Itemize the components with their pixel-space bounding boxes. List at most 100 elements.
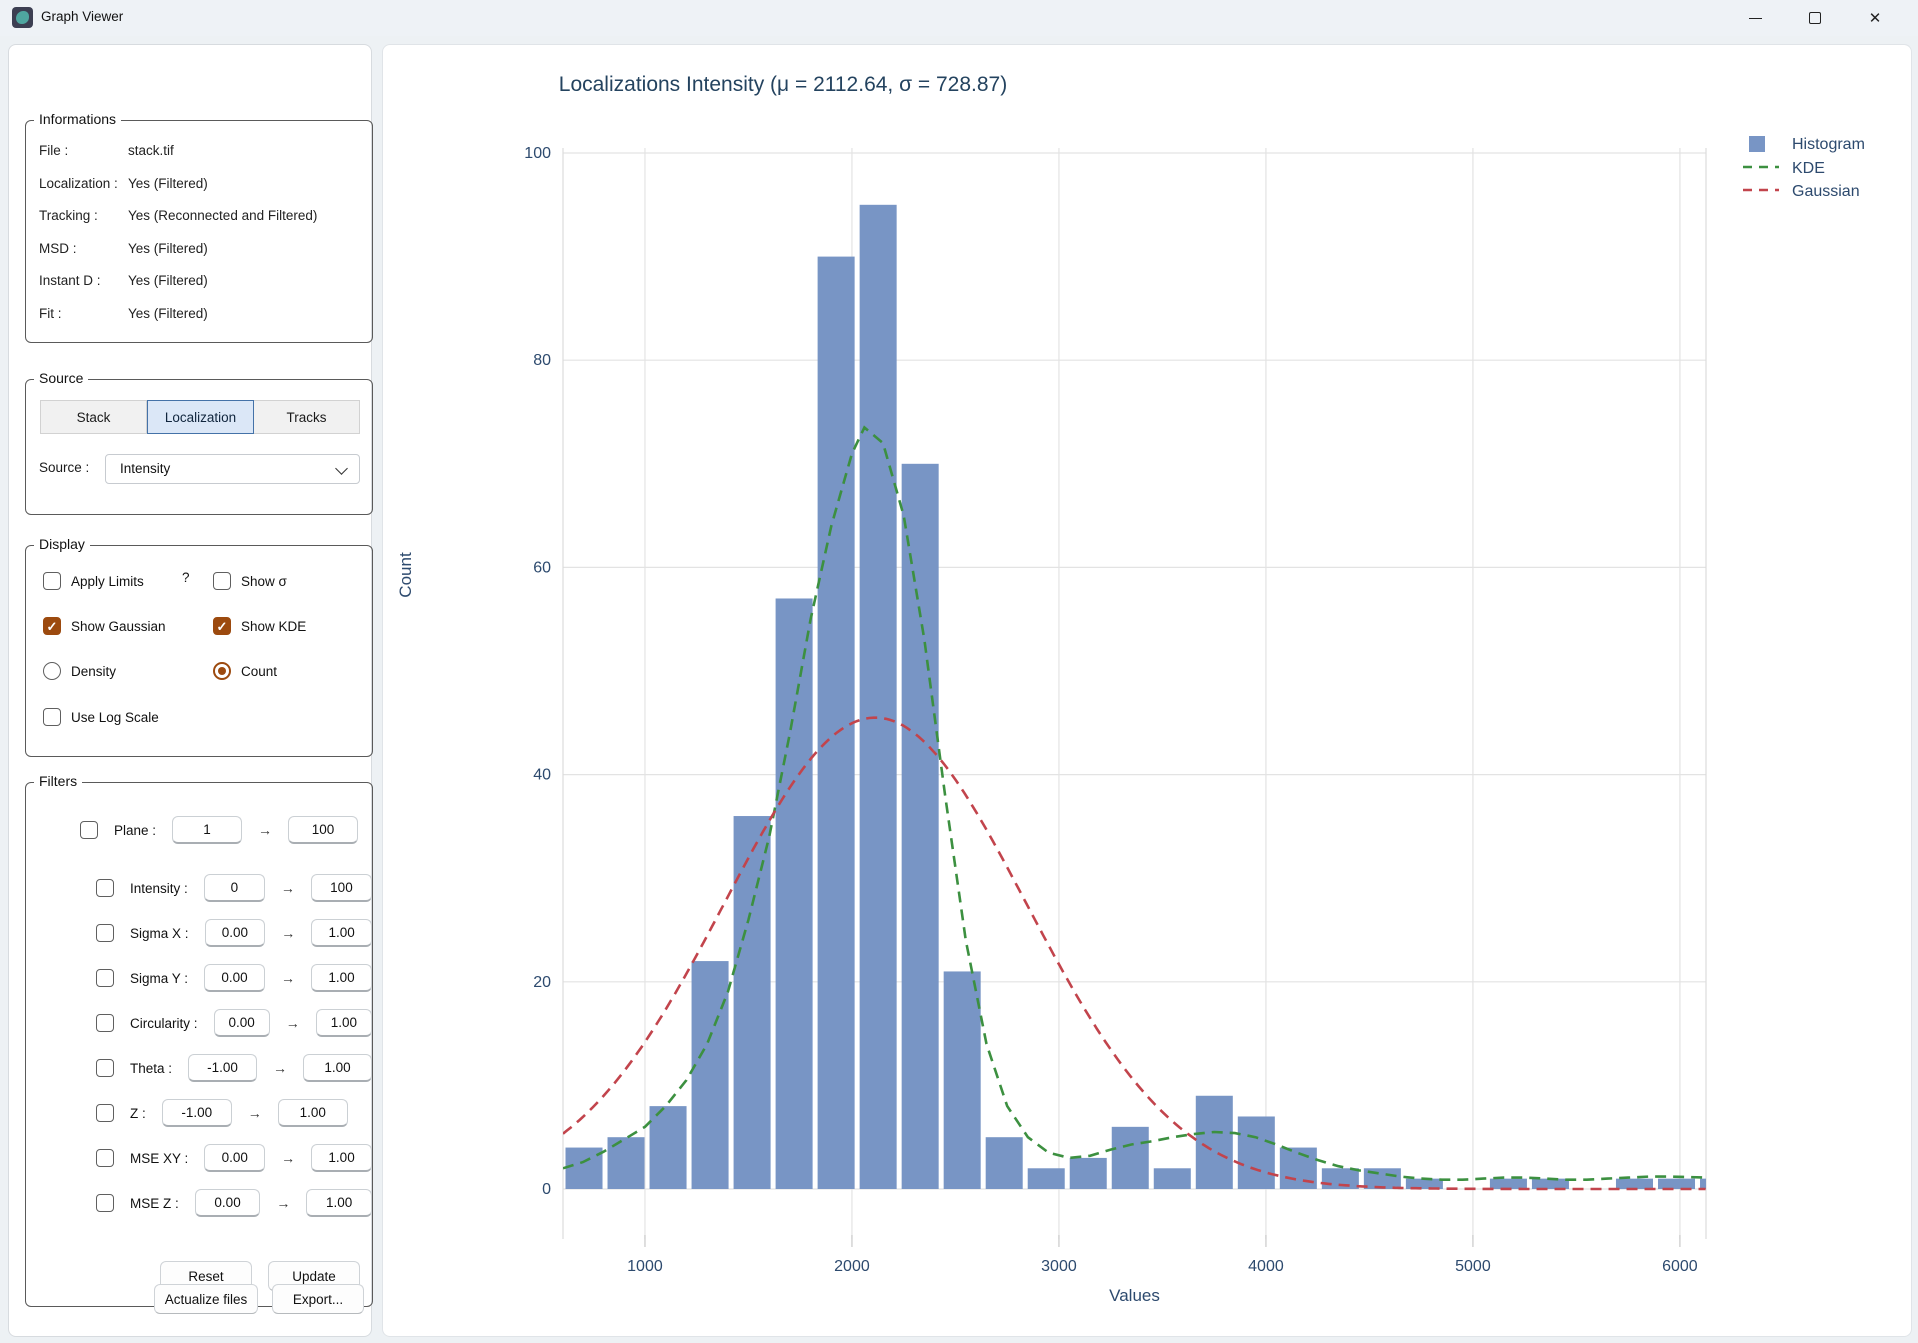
export-button[interactable]: Export... (272, 1284, 364, 1314)
filter-min-input[interactable]: -1.00 (188, 1054, 258, 1082)
density-radio[interactable]: Density (43, 660, 116, 682)
count-radio-circle[interactable] (213, 662, 231, 680)
show-kde-box[interactable] (213, 617, 231, 635)
filter-label: Z : (130, 1105, 146, 1121)
info-row: File : stack.tif (26, 135, 372, 168)
info-label: File : (39, 143, 69, 158)
filter-label: Sigma Y : (130, 970, 189, 986)
show-gaussian-box[interactable] (43, 617, 61, 635)
filter-label: MSE Z : (130, 1195, 179, 1211)
filter-max-input[interactable]: 1.00 (311, 1144, 372, 1172)
filter-row: Z : -1.00 → 1.00 (26, 1098, 372, 1128)
filter-row: Sigma Y : 0.00 → 1.00 (26, 963, 372, 993)
filter-checkbox[interactable] (96, 879, 114, 897)
maximize-icon (1809, 12, 1821, 24)
tab-tracks[interactable]: Tracks (254, 400, 360, 434)
filter-checkbox[interactable] (96, 1059, 114, 1077)
use-log-scale-label: Use Log Scale (71, 709, 159, 725)
info-label: MSD : (39, 240, 77, 256)
filter-min-input[interactable]: 0.00 (194, 1189, 261, 1217)
show-sigma-box[interactable] (213, 572, 231, 590)
legend-histogram-label: Histogram (1792, 136, 1865, 153)
histogram-bar (775, 598, 813, 1189)
histogram-bar (1111, 1126, 1149, 1189)
apply-limits-checkbox[interactable]: Apply Limits (43, 570, 144, 592)
filter-checkbox[interactable] (96, 969, 114, 987)
x-tick-label: 4000 (1248, 1258, 1284, 1275)
source-dropdown-value: Intensity (120, 461, 171, 476)
filter-max-input[interactable]: 1.00 (277, 1099, 348, 1127)
filter-min-input[interactable]: 0.00 (204, 1144, 266, 1172)
filter-max-input[interactable]: 1.00 (311, 919, 372, 947)
filter-max-input[interactable]: 1.00 (311, 964, 372, 992)
filter-max-input[interactable]: 1.00 (306, 1189, 372, 1217)
histogram-bar (985, 1137, 1023, 1189)
histogram-bar (1531, 1178, 1569, 1189)
informations-group-label: Informations (34, 111, 122, 127)
filter-max-input[interactable]: 100 (310, 874, 372, 902)
show-gaussian-checkbox[interactable]: Show Gaussian (43, 615, 166, 637)
density-radio-circle[interactable] (43, 662, 61, 680)
filter-row: Circularity : 0.00 → 1.00 (26, 1008, 372, 1038)
apply-limits-help[interactable]: ? (182, 570, 190, 585)
filter-min-input[interactable]: 0.00 (204, 919, 266, 947)
filter-checkbox[interactable] (96, 1149, 114, 1167)
filter-row: MSE XY : 0.00 → 1.00 (26, 1143, 372, 1173)
filter-max-input[interactable]: 100 (288, 816, 359, 844)
filter-min-input[interactable]: 0.00 (204, 964, 266, 992)
info-row: Fit : Yes (Filtered) (26, 298, 372, 331)
filter-checkbox[interactable] (96, 924, 114, 942)
info-label: Localization : (39, 175, 118, 191)
show-kde-checkbox[interactable]: Show KDE (213, 615, 306, 637)
arrow-right-icon: → (281, 925, 296, 941)
histogram-bar (1489, 1178, 1527, 1189)
title-bar: Graph Viewer ✕ (0, 0, 1918, 36)
show-sigma-checkbox[interactable]: Show σ (213, 570, 287, 592)
close-button[interactable]: ✕ (1847, 0, 1903, 36)
filter-min-input[interactable]: 1 (172, 816, 243, 844)
filter-min-input[interactable]: 0.00 (213, 1009, 270, 1037)
histogram-bar (1657, 1178, 1696, 1189)
chart-area: 1000 2000 3000 4000 5000 6000 0 20 40 60 80 100 Loca… (382, 44, 1912, 1337)
info-row: Tracking : Yes (Reconnected and Filtered) (26, 200, 372, 233)
apply-limits-box[interactable] (43, 572, 61, 590)
filter-min-input[interactable]: -1.00 (161, 1099, 232, 1127)
x-tick-label: 3000 (1041, 1258, 1077, 1275)
minimize-button[interactable] (1727, 0, 1783, 36)
filter-max-input[interactable]: 1.00 (303, 1054, 372, 1082)
x-tick-label: 1000 (627, 1258, 663, 1275)
legend-gaussian-label: Gaussian (1792, 183, 1860, 200)
arrow-right-icon: → (247, 1105, 262, 1121)
filter-checkbox[interactable] (96, 1104, 114, 1122)
use-log-scale-checkbox[interactable]: Use Log Scale (43, 706, 159, 728)
actualize-files-button[interactable]: Actualize files (154, 1284, 258, 1314)
arrow-right-icon: → (281, 970, 296, 986)
filters-group: Filters Plane : 1 → 100 Intensity : 0 → 100 Sigm… (25, 773, 373, 1307)
histogram-bar (691, 961, 729, 1189)
count-radio[interactable]: Count (213, 660, 277, 682)
histogram-bar (1027, 1168, 1065, 1189)
filter-checkbox[interactable] (96, 1194, 114, 1212)
filter-label: Circularity : (130, 1015, 198, 1031)
display-group-label: Display (34, 536, 90, 552)
tab-stack[interactable]: Stack (40, 400, 147, 434)
filter-min-input[interactable]: 0 (203, 874, 265, 902)
use-log-scale-box[interactable] (43, 708, 61, 726)
filter-checkbox[interactable] (96, 1014, 114, 1032)
filter-row: Sigma X : 0.00 → 1.00 (26, 918, 372, 948)
y-tick-label: 0 (542, 1181, 551, 1198)
filter-row: MSE Z : 0.00 → 1.00 (26, 1188, 372, 1218)
x-tick-label: 2000 (834, 1258, 870, 1275)
filter-checkbox[interactable] (80, 821, 98, 839)
source-dropdown[interactable]: Intensity (105, 454, 360, 484)
source-group: Source Stack Localization Tracks Source … (25, 370, 373, 515)
filter-max-input[interactable]: 1.00 (315, 1009, 372, 1037)
filter-label: Intensity : (130, 880, 188, 896)
maximize-button[interactable] (1787, 0, 1843, 36)
tab-localization[interactable]: Localization (147, 400, 254, 434)
settings-panel: Informations File : stack.tif Localization… (8, 44, 373, 1337)
informations-group: Informations File : stack.tif Localization… (25, 111, 373, 343)
info-row: Localization : Yes (Filtered) (26, 168, 372, 201)
show-sigma-label: Show σ (241, 573, 287, 589)
histogram-bar (733, 816, 771, 1189)
